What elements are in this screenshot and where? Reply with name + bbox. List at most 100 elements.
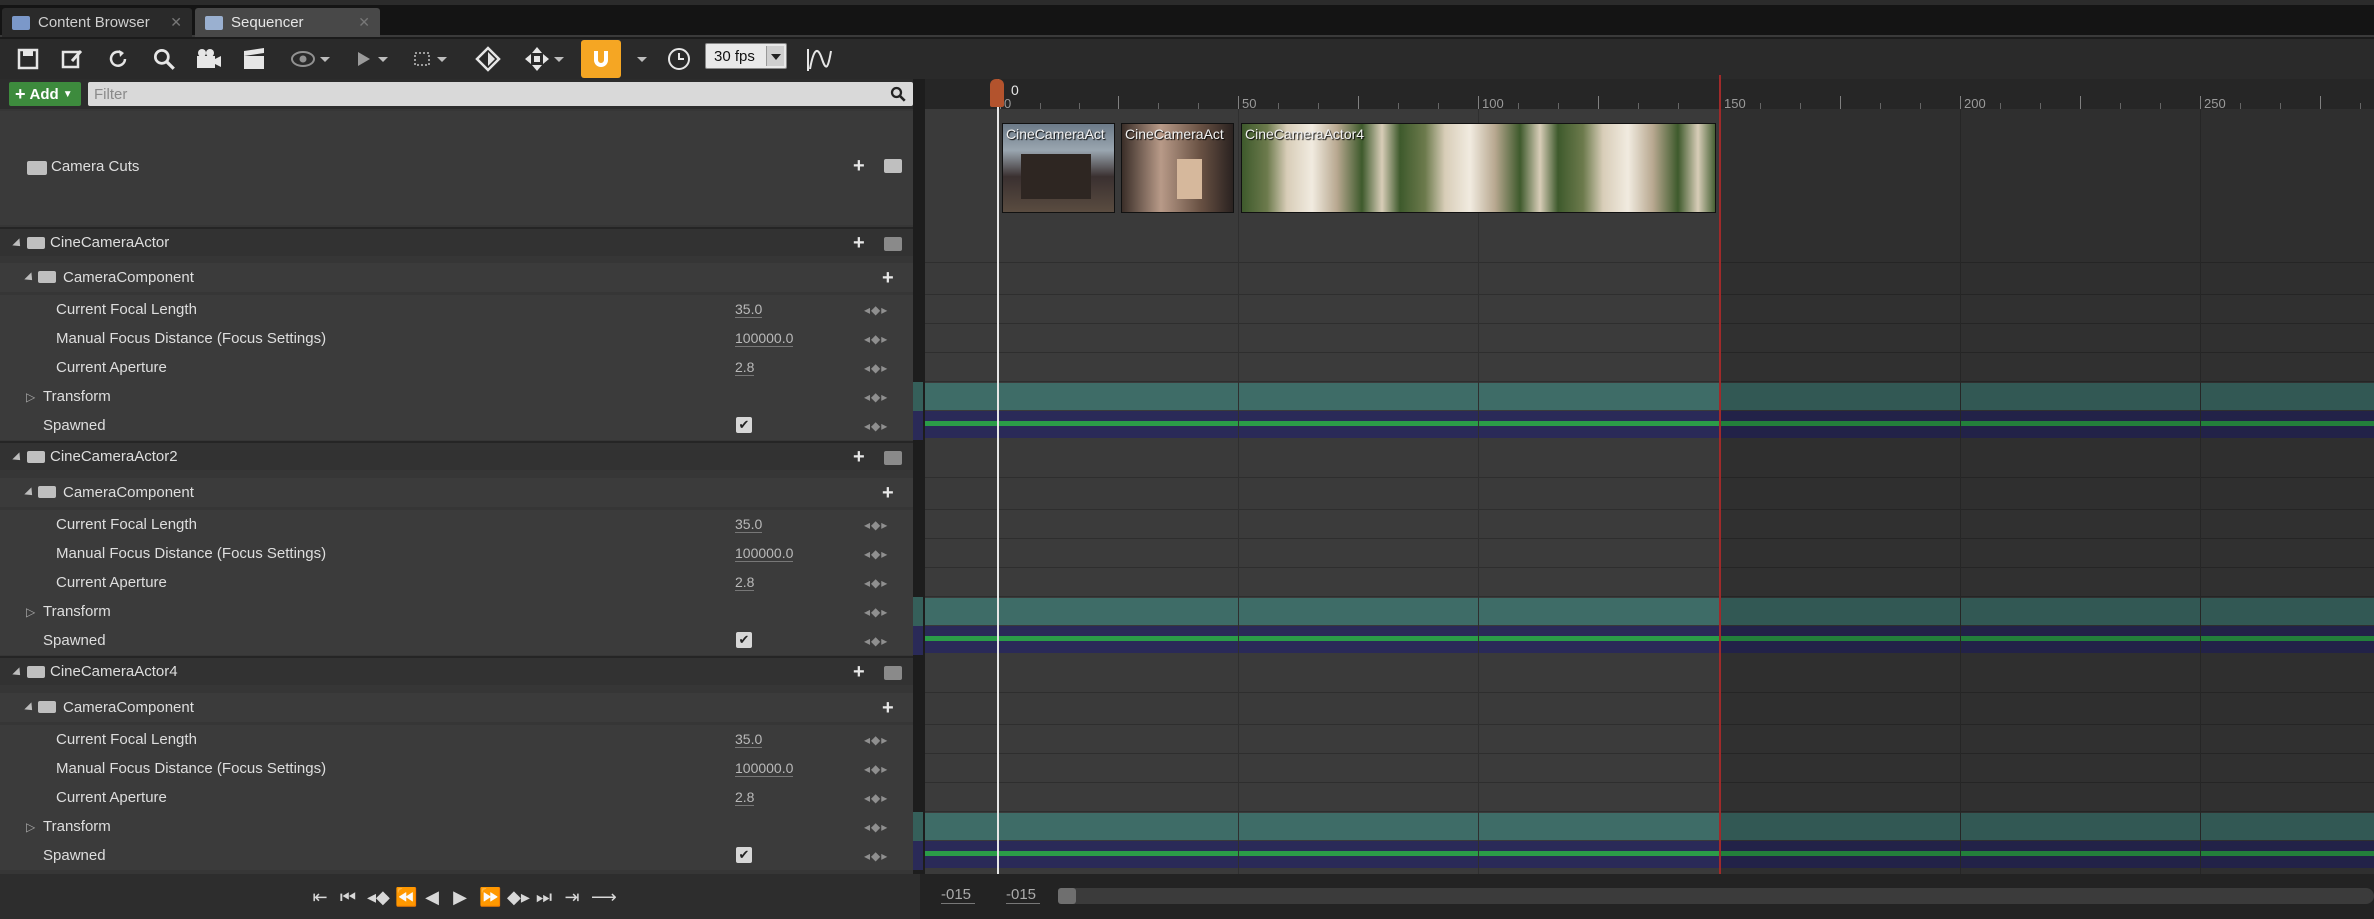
view-end-field[interactable]: -015 xyxy=(1006,886,1040,904)
property-row[interactable]: Current Focal Length 35.0 ◂◆▸ xyxy=(0,295,918,324)
property-row[interactable]: Manual Focus Distance (Focus Settings) 1… xyxy=(0,754,918,783)
playhead-line[interactable] xyxy=(997,79,999,874)
step-back-icon[interactable]: ⏪ xyxy=(395,886,413,908)
keyframe-nav-icon[interactable]: ◂◆▸ xyxy=(864,820,888,834)
camera-cuts-track[interactable]: Camera Cuts + xyxy=(0,111,918,225)
property-row[interactable]: Current Focal Length 35.0 ◂◆▸ xyxy=(0,510,918,539)
property-value[interactable]: 35.0 xyxy=(735,302,762,318)
actor-row[interactable]: CineCameraActor2 + xyxy=(0,441,918,470)
keyframe-nav-icon[interactable]: ◂◆▸ xyxy=(864,332,888,346)
keyframe-nav-icon[interactable]: ◂◆▸ xyxy=(864,605,888,619)
close-icon[interactable]: ✕ xyxy=(170,14,182,31)
expand-arrow-icon[interactable] xyxy=(12,667,23,678)
spawned-checkbox[interactable]: ✔ xyxy=(736,847,752,863)
jump-to-end-icon[interactable]: ⇥ xyxy=(563,886,581,908)
next-frame-icon[interactable]: ◆▸ xyxy=(507,886,525,908)
view-start-field[interactable]: -015 xyxy=(941,886,975,904)
render-movie-button[interactable] xyxy=(238,39,270,79)
property-row[interactable]: Manual Focus Distance (Focus Settings) 1… xyxy=(0,324,918,353)
add-track-button[interactable]: + xyxy=(853,447,865,467)
time-ruler[interactable] xyxy=(925,79,2374,109)
shot-section[interactable]: CineCameraActor4 xyxy=(1241,123,1716,213)
view-options-button[interactable] xyxy=(288,39,318,79)
property-value[interactable]: 100000.0 xyxy=(735,331,793,347)
snap-toggle-button[interactable] xyxy=(581,40,621,78)
framerate-select[interactable]: 30 fps xyxy=(705,43,787,69)
timeline-scrollbar[interactable] xyxy=(1058,888,2374,904)
jump-to-next-key-icon[interactable]: ⏭ xyxy=(535,886,553,908)
add-property-button[interactable]: + xyxy=(882,483,894,503)
add-property-button[interactable]: + xyxy=(882,698,894,718)
property-row[interactable]: Manual Focus Distance (Focus Settings) 1… xyxy=(0,539,918,568)
curve-editor-options-button[interactable] xyxy=(519,39,555,79)
property-row[interactable]: Current Focal Length 35.0 ◂◆▸ xyxy=(0,725,918,754)
camera-icon[interactable] xyxy=(884,237,902,251)
expand-arrow-icon[interactable]: ▷ xyxy=(26,605,35,619)
actor-row[interactable]: CineCameraActor4 + xyxy=(0,656,918,685)
keyframe-nav-icon[interactable]: ◂◆▸ xyxy=(864,518,888,532)
jump-to-start-icon[interactable]: ⇤ xyxy=(311,886,329,908)
keyframe-nav-icon[interactable]: ◂◆▸ xyxy=(864,419,888,433)
playback-end-marker[interactable] xyxy=(1719,75,1721,875)
save-button[interactable] xyxy=(12,39,44,79)
previous-frame-icon[interactable]: ◂◆ xyxy=(367,886,385,908)
add-track-button[interactable]: + xyxy=(853,233,865,253)
add-track-button[interactable]: + xyxy=(853,662,865,682)
property-value[interactable]: 100000.0 xyxy=(735,761,793,777)
panel-splitter[interactable] xyxy=(913,79,925,874)
keyframe-nav-icon[interactable]: ◂◆▸ xyxy=(864,733,888,747)
expand-arrow-icon[interactable] xyxy=(12,238,23,249)
expand-arrow-icon[interactable] xyxy=(24,272,35,283)
property-value[interactable]: 35.0 xyxy=(735,517,762,533)
chevron-down-icon[interactable] xyxy=(637,57,647,62)
property-value[interactable]: 35.0 xyxy=(735,732,762,748)
property-value[interactable]: 2.8 xyxy=(735,360,754,376)
add-shot-button[interactable]: + xyxy=(853,156,865,176)
chevron-down-icon[interactable] xyxy=(378,57,388,62)
chevron-down-icon[interactable] xyxy=(766,46,784,66)
spawned-row[interactable]: Spawned ✔ ◂◆▸ xyxy=(0,411,918,440)
play-icon[interactable]: ▶ xyxy=(451,886,469,908)
tab-content-browser[interactable]: Content Browser ✕ xyxy=(2,8,192,37)
transform-row[interactable]: ▷ Transform ◂◆▸ xyxy=(0,812,918,841)
property-row[interactable]: Current Aperture 2.8 ◂◆▸ xyxy=(0,353,918,382)
expand-arrow-icon[interactable]: ▷ xyxy=(26,390,35,404)
component-row[interactable]: CameraComponent + xyxy=(0,263,918,292)
expand-arrow-icon[interactable] xyxy=(24,702,35,713)
time-display-button[interactable] xyxy=(663,39,695,79)
keyframe-nav-icon[interactable]: ◂◆▸ xyxy=(864,791,888,805)
camera-icon[interactable] xyxy=(884,159,902,173)
keyframe-nav-icon[interactable]: ◂◆▸ xyxy=(864,762,888,776)
expand-arrow-icon[interactable] xyxy=(24,487,35,498)
spawned-row[interactable]: Spawned ✔ ◂◆▸ xyxy=(0,626,918,655)
find-button[interactable] xyxy=(148,39,180,79)
chevron-down-icon[interactable] xyxy=(437,57,447,62)
camera-icon[interactable] xyxy=(884,666,902,680)
keyframe-nav-icon[interactable]: ◂◆▸ xyxy=(864,390,888,404)
add-property-button[interactable]: + xyxy=(882,268,894,288)
transform-row[interactable]: ▷ Transform ◂◆▸ xyxy=(0,597,918,626)
keyframe-nav-icon[interactable]: ◂◆▸ xyxy=(864,576,888,590)
camera-icon[interactable] xyxy=(884,451,902,465)
keyframe-nav-icon[interactable]: ◂◆▸ xyxy=(864,849,888,863)
selection-options-button[interactable] xyxy=(408,39,436,79)
spawned-row[interactable]: Spawned ✔ ◂◆▸ xyxy=(0,841,918,870)
tab-sequencer[interactable]: Sequencer ✕ xyxy=(195,8,380,37)
curve-editor-button[interactable] xyxy=(800,39,838,79)
loop-icon[interactable]: ⟶ xyxy=(591,886,609,908)
keyframe-nav-icon[interactable]: ◂◆▸ xyxy=(864,303,888,317)
property-value[interactable]: 2.8 xyxy=(735,790,754,806)
filter-input[interactable]: Filter xyxy=(88,82,913,106)
close-icon[interactable]: ✕ xyxy=(358,14,370,31)
step-forward-icon[interactable]: ⏩ xyxy=(479,886,497,908)
add-key-button[interactable] xyxy=(471,39,505,79)
keyframe-nav-icon[interactable]: ◂◆▸ xyxy=(864,361,888,375)
shot-section[interactable]: CineCameraAct xyxy=(1121,123,1234,213)
chevron-down-icon[interactable] xyxy=(320,57,330,62)
chevron-down-icon[interactable] xyxy=(554,57,564,62)
scrollbar-thumb[interactable] xyxy=(1058,888,1076,904)
keyframe-nav-icon[interactable]: ◂◆▸ xyxy=(864,547,888,561)
property-value[interactable]: 100000.0 xyxy=(735,546,793,562)
create-camera-button[interactable] xyxy=(192,39,226,79)
refresh-button[interactable] xyxy=(102,39,134,79)
